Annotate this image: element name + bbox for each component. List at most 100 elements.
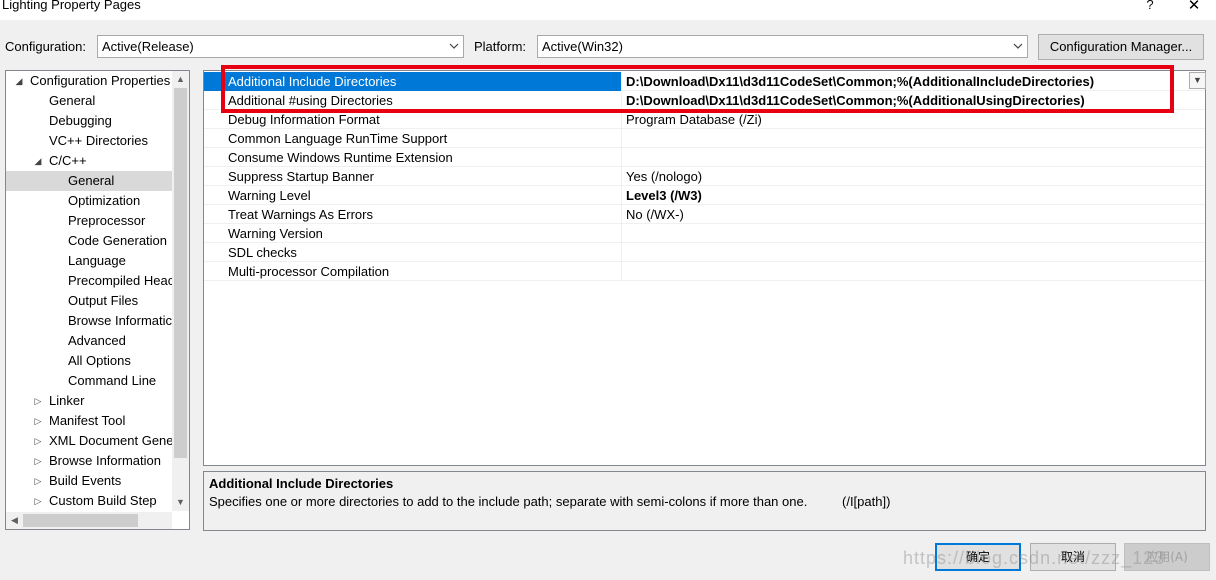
property-name: Warning Version <box>204 224 622 243</box>
tree-item-label: XML Document Gene <box>49 433 172 448</box>
tree-item[interactable]: General <box>6 91 172 111</box>
tree-item[interactable]: Language <box>6 251 172 271</box>
collapsed-arrow-icon[interactable]: ▷ <box>33 471 43 491</box>
tree-item[interactable]: Advanced <box>6 331 172 351</box>
collapsed-arrow-icon[interactable]: ▷ <box>33 411 43 431</box>
tree-item[interactable]: ▷ Build Events <box>6 471 172 491</box>
close-icon[interactable]: ✕ <box>1184 0 1204 14</box>
tree-item[interactable]: Precompiled Heac <box>6 271 172 291</box>
tree-item[interactable]: ▷ Manifest Tool <box>6 411 172 431</box>
tree-item[interactable]: Preprocessor <box>6 211 172 231</box>
property-value[interactable]: No (/WX-) <box>622 205 1205 224</box>
collapsed-arrow-icon[interactable]: ▷ <box>33 431 43 451</box>
tree-item-label: Language <box>68 253 126 268</box>
tree-item-label: Browse Informatic <box>68 313 172 328</box>
tree-item[interactable]: ▷ XML Document Gene <box>6 431 172 451</box>
tree-item-label: Code Generation <box>68 233 168 248</box>
tree-item[interactable]: Command Line <box>6 371 172 391</box>
tree-item[interactable]: ◢ Configuration Properties <box>6 71 172 91</box>
configuration-dropdown[interactable]: Active(Release) <box>97 35 464 58</box>
description-title: Additional Include Directories <box>209 476 394 491</box>
tree-item-label: Custom Build Step <box>49 493 157 508</box>
chevron-down-icon <box>449 43 459 49</box>
property-name: Treat Warnings As Errors <box>204 205 622 224</box>
property-value[interactable]: Level3 (/W3) <box>622 186 1205 205</box>
tree-item-label: C/C++ <box>49 153 87 168</box>
tree-item[interactable]: All Options <box>6 351 172 371</box>
scroll-up-icon[interactable]: ▲ <box>172 71 189 88</box>
platform-value: Active(Win32) <box>542 39 623 54</box>
tree-item[interactable]: ▷ Custom Build Step <box>6 491 172 511</box>
description-switch: (/I[path]) <box>842 494 891 509</box>
property-name: Multi-processor Compilation <box>204 262 622 281</box>
collapsed-arrow-icon[interactable]: ▷ <box>33 491 43 511</box>
tree-item[interactable]: ▷ Linker <box>6 391 172 411</box>
highlight-box <box>221 65 1174 113</box>
property-value[interactable] <box>622 262 1205 281</box>
scroll-thumb[interactable] <box>174 88 187 458</box>
configuration-label: Configuration: <box>5 39 86 54</box>
property-row[interactable]: Consume Windows Runtime Extension <box>204 148 1205 167</box>
chevron-down-icon <box>1013 43 1023 49</box>
tree-item-label: Precompiled Heac <box>68 273 172 288</box>
tree-item-label: Preprocessor <box>68 213 146 228</box>
property-value[interactable] <box>622 129 1205 148</box>
title-bar: Lighting Property Pages ? ✕ <box>0 0 1216 20</box>
tree-item-label: Manifest Tool <box>49 413 126 428</box>
value-dropdown-icon[interactable]: ▼ <box>1189 72 1206 89</box>
scroll-down-icon[interactable]: ▼ <box>172 494 189 511</box>
tree-item[interactable]: VC++ Directories <box>6 131 172 151</box>
help-icon[interactable]: ? <box>1140 0 1160 12</box>
tree-item[interactable]: Output Files <box>6 291 172 311</box>
tree-item-label: Build Events <box>49 473 122 488</box>
property-row[interactable]: Suppress Startup Banner Yes (/nologo) <box>204 167 1205 186</box>
scroll-left-icon[interactable]: ◀ <box>6 512 23 529</box>
property-row[interactable]: Treat Warnings As Errors No (/WX-) <box>204 205 1205 224</box>
collapsed-arrow-icon[interactable]: ▷ <box>33 391 43 411</box>
expanded-arrow-icon[interactable]: ◢ <box>33 151 43 171</box>
tree-item[interactable]: Debugging <box>6 111 172 131</box>
expanded-arrow-icon[interactable]: ◢ <box>14 71 24 91</box>
property-grid[interactable]: Additional Include Directories D:\Downloa… <box>203 70 1206 466</box>
property-tree[interactable]: ◢ Configuration Properties General Debuggin… <box>5 70 190 530</box>
tree-item[interactable]: Browse Informatic <box>6 311 172 331</box>
tree-item[interactable]: ◢ C/C++ <box>6 151 172 171</box>
tree-item-label: Debugging <box>49 113 112 128</box>
platform-dropdown[interactable]: Active(Win32) <box>537 35 1028 58</box>
window-title: Lighting Property Pages <box>2 0 141 12</box>
tree-item-label: Configuration Properties <box>30 73 171 88</box>
property-name: SDL checks <box>204 243 622 262</box>
property-row[interactable]: Warning Version <box>204 224 1205 243</box>
description-text: Specifies one or more directories to add… <box>209 494 808 509</box>
tree-item-label: General <box>68 173 115 188</box>
property-row[interactable]: Common Language RunTime Support <box>204 129 1205 148</box>
property-name: Suppress Startup Banner <box>204 167 622 186</box>
tree-item[interactable]: Optimization <box>6 191 172 211</box>
property-name: Consume Windows Runtime Extension <box>204 148 622 167</box>
property-row[interactable]: SDL checks <box>204 243 1205 262</box>
collapsed-arrow-icon[interactable]: ▷ <box>33 451 43 471</box>
tree-item-label: Optimization <box>68 193 141 208</box>
watermark: https://blog.csdn.net/zzz_123 <box>903 548 1166 568</box>
tree-vertical-scrollbar[interactable]: ▲ ▼ <box>172 71 189 511</box>
scroll-thumb[interactable] <box>23 514 138 527</box>
tree-item-label: Command Line <box>68 373 157 388</box>
tree-item-label: All Options <box>68 353 131 368</box>
property-value[interactable]: Yes (/nologo) <box>622 167 1205 186</box>
tree-item[interactable]: General <box>6 171 172 191</box>
tree-horizontal-scrollbar[interactable]: ◀ <box>6 512 172 529</box>
tree-item[interactable]: Code Generation <box>6 231 172 251</box>
property-row[interactable]: Warning Level Level3 (/W3) <box>204 186 1205 205</box>
property-value[interactable] <box>622 148 1205 167</box>
property-value[interactable] <box>622 243 1205 262</box>
tree-item[interactable]: ▷ Browse Information <box>6 451 172 471</box>
property-value[interactable] <box>622 224 1205 243</box>
tree-item-label: Linker <box>49 393 85 408</box>
property-row[interactable]: Multi-processor Compilation <box>204 262 1205 281</box>
tree-item-label: Advanced <box>68 333 126 348</box>
configuration-value: Active(Release) <box>102 39 194 54</box>
tree-item-label: VC++ Directories <box>49 133 148 148</box>
configuration-manager-button[interactable]: Configuration Manager... <box>1038 34 1204 60</box>
tree-item-label: General <box>49 93 96 108</box>
property-name: Common Language RunTime Support <box>204 129 622 148</box>
